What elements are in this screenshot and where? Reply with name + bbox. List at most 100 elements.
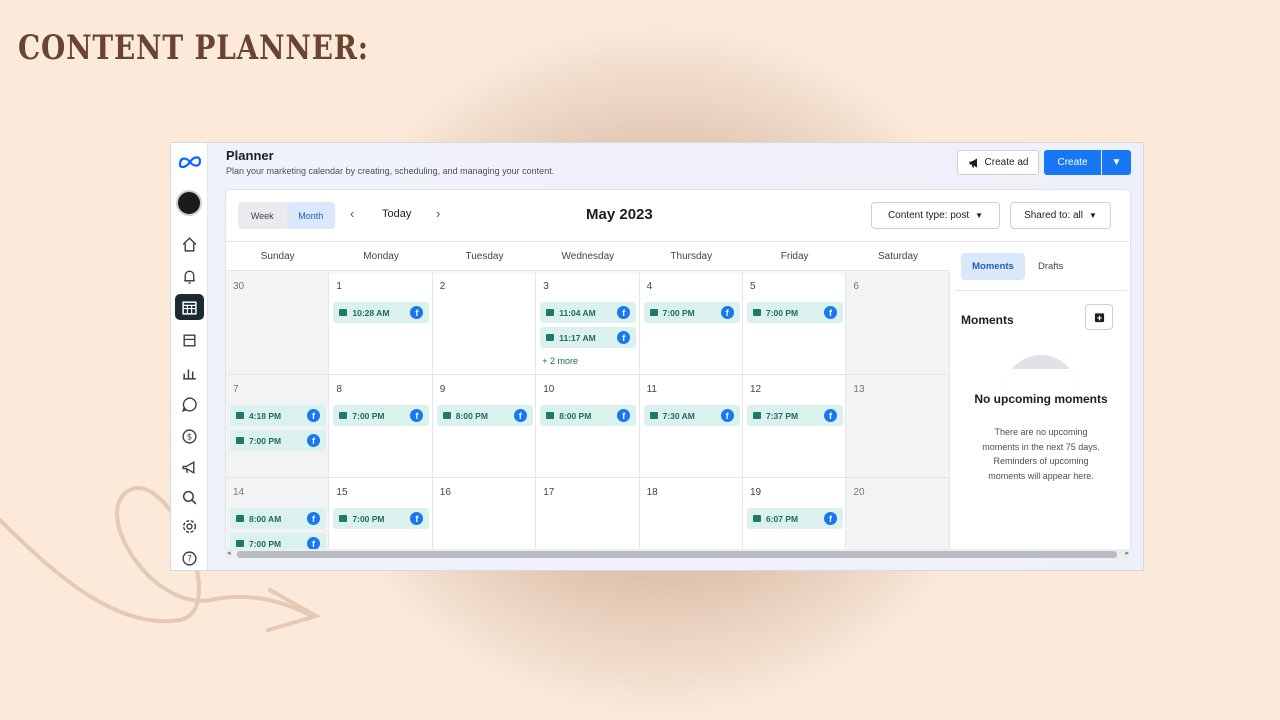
calendar-day-cell[interactable]: 18 [640,478,743,552]
calendar-day-cell[interactable]: 19 6:07 PM f [743,478,847,552]
day-number: 2 [439,281,446,292]
calendar-day-cell[interactable]: 12 7:37 PM f [743,375,847,478]
post-icon [546,334,555,341]
next-month-button[interactable]: › [436,206,440,221]
calendar-day-cell[interactable]: 8 7:00 PM f [329,375,433,478]
calendar-day-cell[interactable]: 11 7:30 AM f [639,375,743,478]
inbox-icon[interactable] [175,391,204,417]
scheduled-post[interactable]: 7:30 AM f [643,405,740,426]
calendar-day-cell[interactable]: 1 10:28 AM f [329,272,433,375]
day-number: 14 [233,487,245,498]
add-moment-button[interactable] [1085,304,1113,330]
week-view-button[interactable]: Week [238,202,287,229]
scheduled-post[interactable]: 4:18 PM f [230,405,326,426]
horizontal-scrollbar[interactable]: ◂ ▸ [225,549,1131,559]
svg-text:$: $ [187,432,192,442]
post-time: 7:00 PM [662,307,695,318]
divider [955,290,1127,291]
facebook-icon: f [513,409,527,422]
meta-logo-icon[interactable] [175,149,204,175]
day-number: 1 [336,281,342,292]
day-number: 9 [439,384,446,395]
scheduled-post[interactable]: 6:07 PM f [747,508,843,529]
post-time: 10:28 AM [352,307,390,318]
post-icon [339,515,348,522]
content-icon[interactable] [175,327,204,353]
scheduled-post[interactable]: 7:00 PM f [333,405,430,426]
home-icon[interactable] [175,231,204,257]
more-posts-link[interactable]: + 2 more [542,356,578,366]
month-view-button[interactable]: Month [286,202,335,229]
day-number: 11 [646,384,657,395]
add-calendar-icon [1094,312,1104,322]
post-icon [546,309,555,316]
facebook-icon: f [720,306,734,319]
insights-icon[interactable] [175,359,204,385]
weekday-label: Friday [780,250,809,262]
ads-icon[interactable] [175,454,204,480]
scheduled-post[interactable]: 7:00 PM f [643,302,740,323]
calendar-day-cell[interactable]: 9 8:00 PM f [432,375,537,478]
scheduled-post[interactable]: 10:28 AM f [333,302,430,323]
planner-icon[interactable] [175,294,204,320]
day-number: 30 [233,281,245,292]
calendar-day-cell[interactable]: 4 7:00 PM f [639,272,743,375]
weekday-label: Wednesday [561,250,615,262]
weekday-label: Saturday [878,250,919,262]
calendar-day-cell[interactable]: 16 [433,478,537,552]
calendar-day-cell[interactable]: 6 [846,272,950,375]
today-button[interactable]: Today [382,208,411,220]
scheduled-post[interactable]: 11:04 AM f [540,302,637,323]
calendar-day-cell[interactable]: 15 7:00 PM f [329,478,433,552]
post-icon [236,412,244,419]
scheduled-post[interactable]: 8:00 PM f [540,405,637,426]
scroll-right-icon[interactable]: ▸ [1125,549,1129,557]
caret-down-icon: ▼ [1111,157,1122,168]
post-icon [236,540,244,547]
shared-to-filter[interactable]: Shared to: all ▼ [1010,202,1111,229]
page-headline: CONTENT PLANNER: [18,28,369,68]
tab-drafts[interactable]: Drafts [1038,261,1063,272]
weekday-header: Sunday Monday Tuesday Wednesday Thursday… [226,241,950,271]
scheduled-post[interactable]: 8:00 AM f [230,508,326,529]
content-type-filter[interactable]: Content type: post ▼ [871,202,1000,229]
post-icon [339,309,348,316]
calendar-day-cell[interactable]: 20 [846,478,950,552]
help-icon[interactable]: ? [175,545,204,570]
calendar-day-cell[interactable]: 10 8:00 PM f [536,375,640,478]
tab-moments[interactable]: Moments [961,253,1025,280]
calendar-day-cell[interactable]: 3 11:04 AM f 11:17 AM f + 2 more [536,272,640,375]
account-avatar[interactable] [176,190,202,216]
scrollbar-thumb[interactable] [237,551,1117,558]
calendar-day-cell[interactable]: 17 [536,478,640,552]
calendar-day-cell[interactable]: 5 7:00 PM f [743,272,847,375]
create-button[interactable]: Create [1044,150,1101,175]
post-icon [236,437,244,444]
settings-icon[interactable] [175,513,204,539]
calendar-day-cell[interactable]: 13 [846,375,950,478]
scheduled-post[interactable]: 8:00 PM f [436,405,533,426]
day-number: 17 [543,487,555,498]
create-ad-button[interactable]: Create ad [957,150,1039,175]
calendar-day-cell[interactable]: 30 [226,272,330,375]
search-icon[interactable] [175,484,204,510]
scroll-left-icon[interactable]: ◂ [227,549,231,557]
scheduled-post[interactable]: 7:00 PM f [230,430,326,451]
facebook-icon: f [824,306,837,319]
calendar-day-cell[interactable]: 14 8:00 AM f 7:00 PM f [226,478,330,552]
scheduled-post[interactable]: 7:37 PM f [747,405,843,426]
scheduled-post[interactable]: 11:17 AM f [540,327,637,348]
notifications-icon[interactable] [175,263,204,289]
create-dropdown-button[interactable]: ▼ [1102,150,1131,175]
scheduled-post[interactable]: 7:00 PM f [333,508,430,529]
monetization-icon[interactable]: $ [175,423,204,449]
facebook-icon: f [617,409,631,422]
post-time: 7:00 PM [249,435,282,446]
calendar-day-cell[interactable]: 2 [432,272,537,375]
scheduled-post[interactable]: 7:00 PM f [747,302,843,323]
prev-month-button[interactable]: ‹ [350,206,354,221]
day-number: 8 [336,384,342,395]
post-time: 7:00 PM [249,538,282,549]
post-icon [649,309,658,316]
calendar-day-cell[interactable]: 7 4:18 PM f 7:00 PM f [226,375,330,478]
